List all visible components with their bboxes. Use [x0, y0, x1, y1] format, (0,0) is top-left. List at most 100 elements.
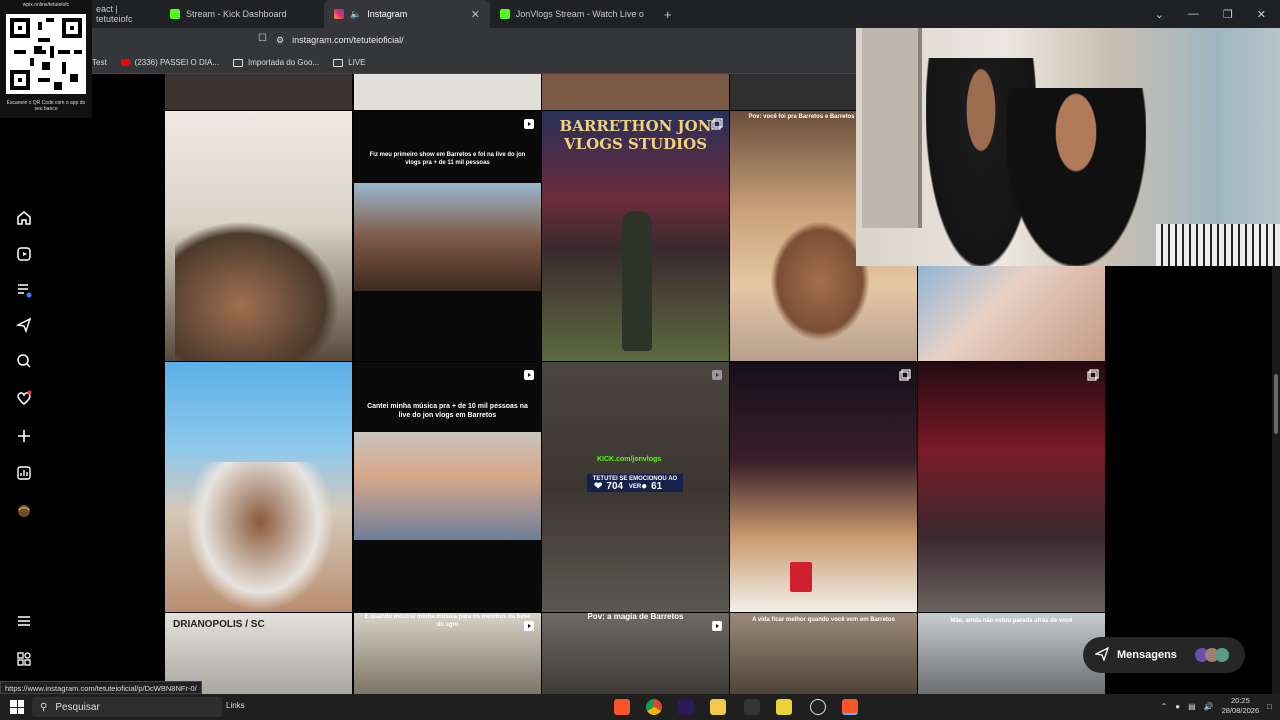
reels-icon[interactable]: [14, 244, 34, 264]
post-tile[interactable]: [165, 362, 352, 612]
live-icon[interactable]: [744, 699, 760, 715]
chrome-icon[interactable]: [646, 699, 662, 715]
post-tile[interactable]: E quando mostrei minha música para os me…: [354, 613, 541, 694]
tab-label: JonVlogs Stream - Watch Live on Kick: [515, 9, 644, 19]
post-tile[interactable]: Mãe, ainda não estou parada atrás de voc…: [918, 613, 1105, 694]
taskbar-search[interactable]: ⚲ Pesquisar: [32, 697, 222, 717]
post-tile[interactable]: [918, 266, 1105, 361]
post-tile[interactable]: [730, 362, 917, 612]
post-tile[interactable]: [165, 74, 352, 110]
hover-stats: ❤ 704 ● 61: [594, 481, 662, 492]
explorer-icon[interactable]: [710, 699, 726, 715]
photo-person: [622, 211, 652, 351]
close-tab-icon[interactable]: ✕: [471, 8, 480, 21]
close-window-icon[interactable]: ✕: [1257, 8, 1266, 21]
bookmark-icon[interactable]: ☐: [258, 33, 267, 44]
volume-icon[interactable]: 🔊: [1204, 702, 1214, 711]
post-tile[interactable]: A vida ficar melhor quando você vem em B…: [730, 613, 917, 694]
site-info-icon[interactable]: ⚙: [276, 35, 284, 46]
webcam-mirror: [862, 28, 922, 228]
tab-label: eact | tetuteiofc: [96, 4, 133, 24]
comment-icon: ●: [641, 481, 648, 492]
carousel-icon: [1087, 368, 1099, 381]
post-tile[interactable]: [165, 111, 352, 361]
carousel-icon: [899, 368, 911, 381]
kick-overlay-site: KICK.com/jonvlogs: [597, 456, 662, 463]
minimize-icon[interactable]: —: [1188, 8, 1199, 20]
mic-icon[interactable]: ●: [1175, 702, 1180, 711]
window-controls: ⌄ — ❐ ✕: [1155, 0, 1280, 28]
photo-crowd: [175, 221, 340, 361]
post-tile[interactable]: BARRETHON JON VLOGS STUDIOS: [542, 111, 729, 361]
taskbar-links[interactable]: Links: [226, 701, 245, 710]
network-icon[interactable]: ▤: [1188, 702, 1196, 711]
notifications-icon[interactable]: [14, 388, 34, 408]
qr-url: wpix.online/tetuteiofc: [22, 2, 70, 8]
create-icon[interactable]: [14, 426, 34, 446]
home-icon[interactable]: [14, 208, 34, 228]
system-tray: ⌃ ● ▤ 🔊 20:25 28/08/2026 □: [1161, 696, 1272, 716]
bookmark-label: LIVE: [348, 58, 366, 67]
taskbar: ⚲ Pesquisar Links ⌃ ● ▤ 🔊 20:25 28/08/20…: [0, 694, 1280, 720]
brave-active-icon[interactable]: [842, 699, 858, 715]
url-text[interactable]: instagram.com/tetuteioficial/: [292, 35, 404, 45]
tab-label: Stream - Kick Dashboard: [186, 9, 287, 19]
post-tile[interactable]: Fiz meu primeiro show em Barretos e foi …: [354, 111, 541, 361]
new-tab-button[interactable]: +: [654, 0, 682, 28]
threads-icon[interactable]: [14, 280, 34, 300]
status-url: https://www.instagram.com/tetuteioficial…: [0, 681, 202, 694]
photo-cup: [790, 562, 812, 592]
reel-icon: [523, 117, 535, 129]
restore-icon[interactable]: ❐: [1223, 8, 1233, 21]
messages-label: Mensagens: [1117, 649, 1177, 661]
notifications-icon[interactable]: □: [1267, 702, 1272, 711]
photo-stage: [354, 183, 541, 291]
tab-jonvlogs[interactable]: JonVlogs Stream - Watch Live on Kick: [490, 0, 654, 28]
post-tile[interactable]: [542, 74, 729, 110]
qr-caption: Escaneie o QR Code com o app do seu banc…: [6, 100, 86, 112]
folder-icon: [233, 58, 243, 67]
post-caption: Pov: a magia de Barretos: [587, 613, 684, 621]
brave-icon[interactable]: [614, 699, 630, 715]
reel-icon: [711, 368, 723, 380]
bookmark-label: Importada do Goo...: [248, 58, 320, 67]
audio-icon: 🔈: [350, 8, 362, 19]
kick-icon: [500, 9, 510, 19]
post-tile[interactable]: [918, 362, 1105, 612]
post-tile[interactable]: Pov: a magia de Barretos: [542, 613, 729, 694]
obs-icon[interactable]: [810, 699, 826, 715]
tab-search-icon[interactable]: ⌄: [1155, 8, 1164, 21]
more-icon[interactable]: [14, 611, 34, 631]
like-count: ❤ 704: [594, 481, 623, 492]
post-tile[interactable]: Cantei minha música pra + de 10 mil pess…: [354, 362, 541, 612]
explore-icon[interactable]: [14, 315, 34, 335]
photo-people: [185, 462, 335, 612]
apps-icon[interactable]: [14, 649, 34, 669]
dashboard-icon[interactable]: [14, 463, 34, 483]
post-caption: Fiz meu primeiro show em Barretos e foi …: [369, 152, 526, 166]
post-caption: E quando mostrei minha música para os me…: [364, 614, 531, 628]
bookmark-live[interactable]: LIVE: [333, 58, 366, 67]
reel-icon: [523, 368, 535, 380]
bookmark-importada[interactable]: Importada do Goo...: [233, 58, 319, 67]
chevron-up-icon[interactable]: ⌃: [1161, 702, 1168, 711]
bookmark-test[interactable]: Test: [92, 58, 107, 67]
scroll-thumb[interactable]: [1274, 374, 1278, 434]
post-tile[interactable]: KICK.com/jonvlogs TETUTEI SE EMOCIONOU A…: [542, 362, 729, 612]
tab-kick-dashboard[interactable]: Stream - Kick Dashboard: [160, 0, 324, 28]
app-icon[interactable]: [776, 699, 792, 715]
bookmark-youtube[interactable]: (2336) PASSEI O DIA...: [120, 58, 219, 67]
search-icon: ⚲: [40, 701, 48, 713]
clock[interactable]: 20:25 28/08/2026: [1222, 696, 1260, 716]
comments-value: 61: [651, 481, 663, 492]
windows-start-icon[interactable]: [10, 700, 24, 714]
search-icon[interactable]: [14, 351, 34, 371]
tab-instagram[interactable]: 🔈 Instagram ✕: [324, 0, 490, 28]
qr-overlay: wpix.online/tetuteiofc Escaneie o QR Cod…: [0, 0, 92, 118]
profile-icon[interactable]: [14, 501, 34, 521]
bookmark-label: Test: [92, 58, 107, 67]
url-field[interactable]: ⚙ instagram.com/tetuteioficial/: [276, 31, 856, 49]
premiere-icon[interactable]: [678, 699, 694, 715]
messages-button[interactable]: Mensagens: [1083, 637, 1245, 673]
post-tile[interactable]: [354, 74, 541, 110]
